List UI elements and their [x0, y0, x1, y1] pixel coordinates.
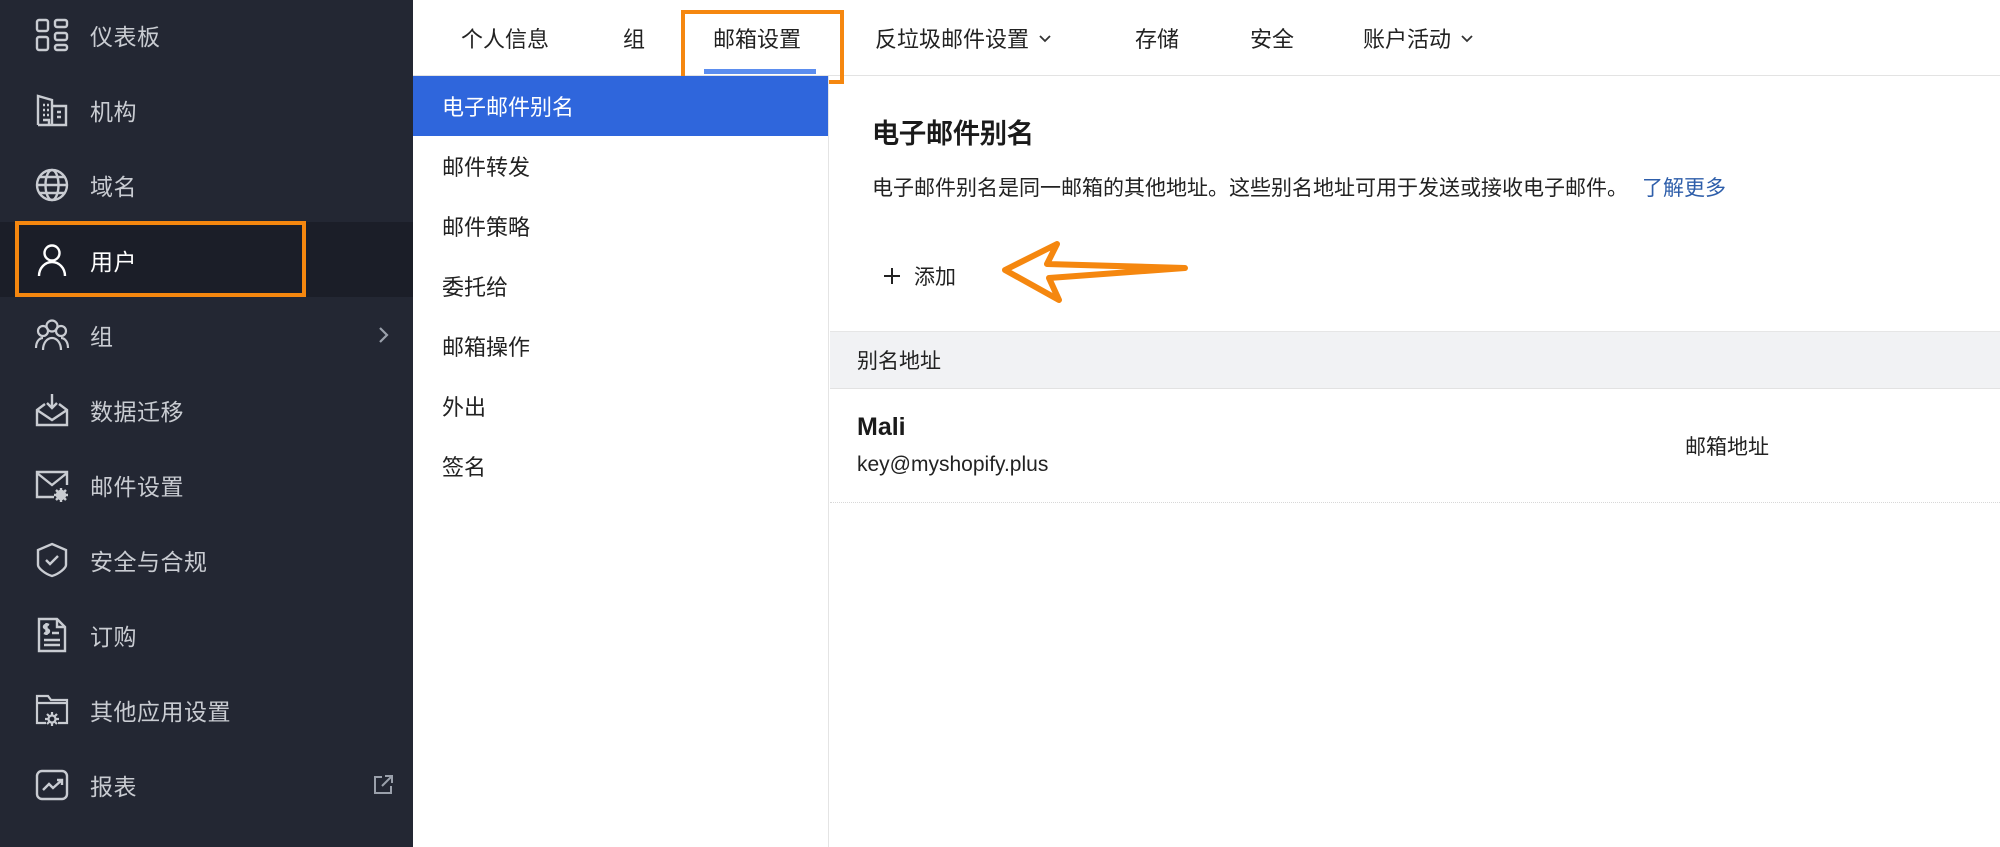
tab-account-activity[interactable]: 账户活动	[1363, 0, 1475, 76]
tab-storage[interactable]: 存储	[1135, 0, 1179, 76]
external-link-icon[interactable]	[371, 773, 395, 797]
tab-label: 账户活动	[1363, 28, 1452, 53]
invoice-dollar-icon	[34, 617, 70, 653]
alias-table-header: 别名地址	[830, 331, 2000, 389]
email-alias-panel: 电子邮件别名 电子邮件别名是同一邮箱的其他地址。这些别名地址可用于发送或接收电子…	[830, 76, 2000, 847]
chevron-down-icon	[1459, 30, 1475, 46]
sidebar-item-label: 域名	[90, 174, 137, 201]
sidebar-item-label: 机构	[90, 99, 137, 126]
tab-security[interactable]: 安全	[1250, 0, 1294, 76]
chart-trend-icon	[34, 767, 70, 803]
tab-label: 个人信息	[461, 28, 550, 53]
subnav-signature[interactable]: 签名	[413, 436, 828, 496]
group-icon	[34, 317, 70, 353]
tab-personal-info[interactable]: 个人信息	[461, 0, 549, 76]
description-text: 电子邮件别名是同一邮箱的其他地址。这些别名地址可用于发送或接收电子邮件。	[872, 176, 1628, 200]
sidebar-item-label: 组	[90, 324, 114, 351]
subnav-delegate[interactable]: 委托给	[413, 256, 828, 316]
inbox-download-icon	[34, 392, 70, 428]
tab-mailbox-settings[interactable]: 邮箱设置	[713, 0, 801, 76]
add-alias-button[interactable]: 添加	[882, 256, 956, 296]
sidebar: 仪表板 机构 域名 用户 组 数据迁移 邮件设置 安全与合规 订购 其他应用设置…	[0, 0, 413, 847]
alias-type: 邮箱地址	[1685, 435, 1769, 459]
alias-name: Mali	[857, 413, 906, 441]
plus-icon	[882, 266, 902, 286]
subnav-email-alias[interactable]: 电子邮件别名	[413, 76, 828, 136]
sidebar-item-mail-settings[interactable]: 邮件设置	[0, 447, 413, 522]
sidebar-item-label: 报表	[90, 774, 137, 801]
sidebar-item-label: 安全与合规	[90, 549, 208, 576]
tab-label: 安全	[1250, 28, 1295, 53]
subnav-mailbox-actions[interactable]: 邮箱操作	[413, 316, 828, 376]
subnav-label: 邮件策略	[442, 216, 531, 241]
sidebar-item-domains[interactable]: 域名	[0, 147, 413, 222]
learn-more-link[interactable]: 了解更多	[1642, 176, 1726, 200]
alias-email: key@myshopify.plus	[857, 453, 1049, 476]
sidebar-item-label: 邮件设置	[90, 474, 184, 501]
sidebar-item-security-compliance[interactable]: 安全与合规	[0, 522, 413, 597]
subnav-label: 签名	[442, 456, 487, 481]
sidebar-item-data-migration[interactable]: 数据迁移	[0, 372, 413, 447]
subnav-label: 邮件转发	[442, 156, 531, 181]
dashboard-grid-icon	[34, 17, 70, 53]
sidebar-item-groups[interactable]: 组	[0, 297, 413, 372]
subnav-mail-forwarding[interactable]: 邮件转发	[413, 136, 828, 196]
subnav-mail-policy[interactable]: 邮件策略	[413, 196, 828, 256]
page-description: 电子邮件别名是同一邮箱的其他地址。这些别名地址可用于发送或接收电子邮件。 了解更多	[872, 172, 1726, 202]
sidebar-item-label: 用户	[90, 249, 137, 276]
active-tab-indicator	[704, 69, 816, 74]
folder-gear-icon	[34, 692, 70, 728]
add-label: 添加	[914, 265, 956, 289]
column-header-alias-address: 别名地址	[857, 349, 941, 373]
globe-icon	[34, 167, 70, 203]
tab-groups[interactable]: 组	[623, 0, 645, 76]
chevron-down-icon	[1037, 30, 1053, 46]
building-icon	[34, 92, 70, 128]
subnav-label: 电子邮件别名	[442, 96, 575, 121]
subnav-label: 委托给	[442, 276, 509, 301]
chevron-right-icon[interactable]	[371, 323, 395, 347]
mail-settings-icon	[34, 467, 70, 503]
sidebar-item-other-app-settings[interactable]: 其他应用设置	[0, 672, 413, 747]
page-title: 电子邮件别名	[872, 119, 1034, 150]
user-icon	[34, 242, 70, 278]
sidebar-item-label: 订购	[90, 624, 137, 651]
tab-label: 组	[623, 28, 646, 53]
sidebar-item-users[interactable]: 用户	[0, 222, 413, 297]
sidebar-item-organization[interactable]: 机构	[0, 72, 413, 147]
tab-label: 反垃圾邮件设置	[875, 28, 1030, 53]
sidebar-item-label: 其他应用设置	[90, 699, 231, 726]
sidebar-item-label: 仪表板	[90, 24, 161, 51]
tab-antispam-settings[interactable]: 反垃圾邮件设置	[875, 0, 1053, 76]
tab-label: 邮箱设置	[713, 28, 802, 53]
table-row[interactable]: Mali key@myshopify.plus 邮箱地址	[830, 389, 2000, 503]
tab-label: 存储	[1135, 28, 1180, 53]
mailbox-settings-subnav: 电子邮件别名 邮件转发 邮件策略 委托给 邮箱操作 外出 签名	[413, 76, 829, 847]
top-tabs: 个人信息 组 邮箱设置 反垃圾邮件设置 存储 安全 账户活动	[413, 0, 2000, 76]
subnav-label: 邮箱操作	[442, 336, 531, 361]
shield-check-icon	[34, 542, 70, 578]
subnav-label: 外出	[442, 396, 487, 421]
sidebar-item-reports[interactable]: 报表	[0, 747, 413, 822]
sidebar-item-subscription[interactable]: 订购	[0, 597, 413, 672]
sidebar-item-label: 数据迁移	[90, 399, 184, 426]
subnav-out-of-office[interactable]: 外出	[413, 376, 828, 436]
sidebar-item-dashboard[interactable]: 仪表板	[0, 0, 413, 72]
